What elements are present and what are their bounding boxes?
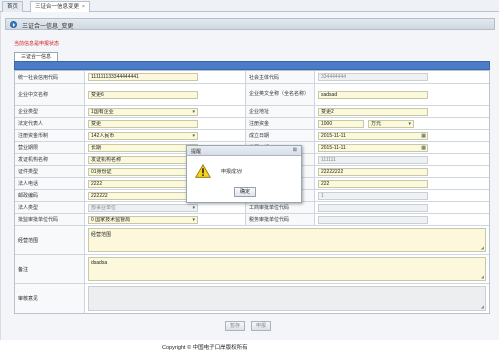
scope-row: 经营范围 经营范围 ◢: [15, 226, 489, 255]
found-date-field[interactable]: 2015-11-11: [318, 131, 428, 140]
dialog-header: 提醒 ⊠: [187, 146, 301, 156]
legal-rep-field[interactable]: 变更: [88, 119, 198, 128]
remark-row: 备注 dsadsa ◢: [15, 255, 489, 284]
corp-type-select[interactable]: 部事业单位: [88, 203, 198, 212]
contact-phone-field[interactable]: 222: [318, 179, 428, 188]
capital-field[interactable]: 1000: [318, 119, 364, 128]
scope-text: 经营范围: [91, 232, 112, 238]
section-bar: [14, 61, 490, 70]
warning-icon: [195, 164, 211, 178]
form-row: 法定代表人 变更 注册资金 1000 万元: [15, 118, 489, 130]
type-select[interactable]: 1国有企业: [88, 107, 198, 116]
form-row: 注册资金币制 142人民币 成立日期 2015-11-11: [15, 130, 489, 142]
phone-label: 法人电话: [15, 178, 85, 189]
tab-three-in-one[interactable]: 三证合一信息: [14, 52, 59, 61]
play-icon: [10, 21, 17, 28]
remark-textarea[interactable]: dsadsa ◢: [88, 257, 486, 281]
address-label: 企业地址: [245, 106, 315, 117]
corp-type-label: 法人类型: [15, 202, 85, 213]
legal-rep-label: 法定代表人: [15, 118, 85, 129]
tab-close-icon[interactable]: ×: [82, 4, 85, 10]
tab-bar: 首页 三证合一信息变更 ×: [0, 0, 499, 13]
issuer-name-field[interactable]: 发证机构名称: [88, 155, 198, 164]
entity-code-field: 334444444: [318, 73, 428, 81]
review-textarea: ◢: [88, 286, 486, 311]
button-row: 暂存 申报: [1, 321, 499, 333]
close-icon[interactable]: ⊠: [293, 147, 297, 153]
entity-code-label: 社会主体代码: [245, 71, 315, 83]
en-name-field[interactable]: sadsad: [318, 90, 428, 99]
support-code-field: 1: [318, 191, 428, 200]
ic-org-code-label: 工商审批单位代码: [245, 202, 315, 213]
tax-org-code-label: 税务审批单位代码: [245, 214, 315, 225]
currency-select[interactable]: 142人民币: [88, 131, 198, 140]
address-field[interactable]: 变更2: [318, 107, 428, 116]
resize-handle-icon: ◢: [480, 304, 484, 309]
status-tip: 当前信息是申报状态: [14, 41, 60, 47]
footer: Copyright © 中国电子口岸版权所有: [0, 340, 499, 360]
issuer-code-field: 111111: [318, 155, 428, 164]
save-button[interactable]: 暂存: [225, 321, 245, 331]
tab-home[interactable]: 首页: [2, 1, 24, 12]
remark-text: dsadsa: [91, 260, 108, 266]
cn-name-field[interactable]: 变更6: [88, 90, 198, 99]
form-row: 法人类型 部事业单位 工商审批单位代码: [15, 202, 489, 214]
capital-label: 注册资金: [245, 118, 315, 129]
type-label: 企业类型: [15, 106, 85, 117]
credit-code-label: 统一社会信用代码: [15, 71, 85, 83]
resize-handle-icon[interactable]: ◢: [481, 274, 484, 279]
form-row: 企业中文名称 变更6 企业英文全称（全名名称） sadsad: [15, 84, 489, 106]
tax-org-code-field: [318, 215, 428, 224]
ok-button[interactable]: 确定: [234, 187, 256, 197]
form-row: 统一社会信用代码 111111133344444441 社会主体代码 33444…: [15, 71, 489, 84]
term-label: 营业期限: [15, 142, 85, 153]
issue-date-field[interactable]: 2015-11-11: [318, 143, 428, 152]
panel-title: 三证合一信息_变更: [22, 24, 74, 30]
review-label: 审核意见: [15, 284, 85, 313]
postcode-field[interactable]: 222222: [88, 191, 198, 200]
tab-home-label: 首页: [7, 4, 19, 10]
approve-code-label: 批监审批单位代码: [15, 214, 85, 225]
dialog-message: 申报成功!: [221, 169, 243, 175]
panel-header: 三证合一信息_变更: [5, 18, 495, 30]
id-type-select[interactable]: 01身份证: [88, 167, 198, 176]
form-row: 批监审批单位代码 0 国家技术监督局 税务审批单位代码: [15, 214, 489, 226]
dialog-title: 提醒: [191, 149, 202, 155]
cn-name-label: 企业中文名称: [15, 84, 85, 105]
postcode-label: 邮政编码: [15, 190, 85, 201]
submit-button[interactable]: 申报: [251, 321, 271, 331]
alert-dialog: 提醒 ⊠ 申报成功! 确定: [186, 145, 302, 203]
capital-unit-select[interactable]: 万元: [368, 119, 414, 128]
credit-code-field[interactable]: 111111133344444441: [88, 73, 198, 81]
id-no-field[interactable]: 22222222: [318, 167, 428, 176]
tab-info-change-label: 三证合一信息变更: [35, 4, 80, 10]
form-row: 企业类型 1国有企业 企业地址 变更2: [15, 106, 489, 118]
id-type-label: 证件类型: [15, 166, 85, 177]
issuer-name-label: 发证机构名称: [15, 154, 85, 165]
currency-label: 注册资金币制: [15, 130, 85, 141]
scope-label: 经营范围: [15, 226, 85, 254]
review-row: 审核意见 ◢: [15, 284, 489, 313]
remark-label: 备注: [15, 255, 85, 283]
scope-textarea[interactable]: 经营范围 ◢: [88, 228, 486, 252]
approve-code-select[interactable]: 0 国家技术监督局: [88, 215, 198, 224]
ic-org-code-field: [318, 203, 428, 212]
copyright-text: Copyright © 中国电子口岸版权所有: [162, 345, 248, 351]
en-name-label: 企业英文全称（全名名称）: [245, 84, 315, 105]
found-date-label: 成立日期: [245, 130, 315, 141]
resize-handle-icon[interactable]: ◢: [481, 245, 484, 250]
phone-field[interactable]: 2222: [88, 179, 198, 188]
term-field[interactable]: 长期: [88, 143, 198, 152]
